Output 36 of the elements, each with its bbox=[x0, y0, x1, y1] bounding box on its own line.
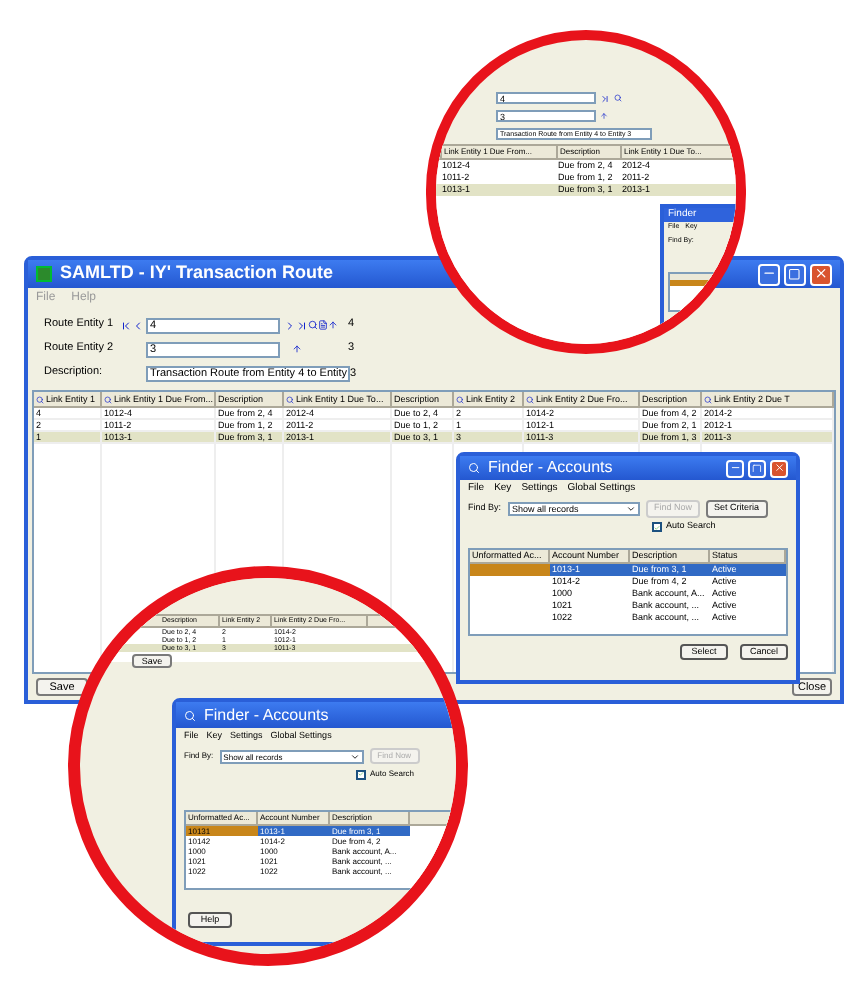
window-title: SAMLTD - IY' Transaction Route bbox=[60, 260, 335, 287]
window-title: Finder - Accounts bbox=[488, 456, 615, 480]
up-arrow-icon[interactable] bbox=[328, 320, 338, 330]
dropdown-icon bbox=[626, 503, 636, 513]
search-icon[interactable] bbox=[526, 395, 534, 403]
search-icon bbox=[468, 462, 480, 474]
document-icon[interactable] bbox=[318, 320, 328, 330]
close-icon bbox=[813, 266, 829, 282]
maximize-icon bbox=[752, 463, 762, 473]
maximize-icon bbox=[788, 267, 802, 281]
minimize-button[interactable] bbox=[758, 263, 780, 285]
table-cell bbox=[470, 564, 550, 576]
maximize-button[interactable] bbox=[748, 459, 766, 477]
auto-search-checkbox[interactable] bbox=[356, 769, 366, 779]
close-button[interactable] bbox=[810, 263, 832, 285]
search-icon[interactable] bbox=[308, 320, 318, 330]
close-button[interactable] bbox=[770, 459, 788, 477]
search-icon[interactable] bbox=[286, 395, 294, 403]
up-arrow-icon[interactable] bbox=[292, 344, 302, 354]
auto-search-checkbox[interactable] bbox=[652, 522, 662, 532]
maximize-button[interactable] bbox=[784, 263, 806, 285]
dropdown-icon bbox=[349, 751, 360, 761]
last-icon[interactable] bbox=[296, 319, 308, 331]
close-icon bbox=[773, 462, 785, 474]
search-icon[interactable] bbox=[36, 395, 44, 403]
search-icon[interactable] bbox=[456, 395, 464, 403]
minimize-icon bbox=[729, 462, 741, 474]
search-icon[interactable] bbox=[704, 395, 712, 403]
up-arrow-icon[interactable] bbox=[600, 112, 608, 120]
search-icon bbox=[184, 709, 196, 721]
first-icon[interactable] bbox=[120, 319, 132, 331]
search-icon[interactable] bbox=[614, 94, 622, 102]
window-title: Finder - Accounts bbox=[204, 703, 329, 727]
app-icon bbox=[36, 266, 52, 282]
minimize-button[interactable] bbox=[726, 459, 744, 477]
search-icon[interactable] bbox=[104, 395, 112, 403]
